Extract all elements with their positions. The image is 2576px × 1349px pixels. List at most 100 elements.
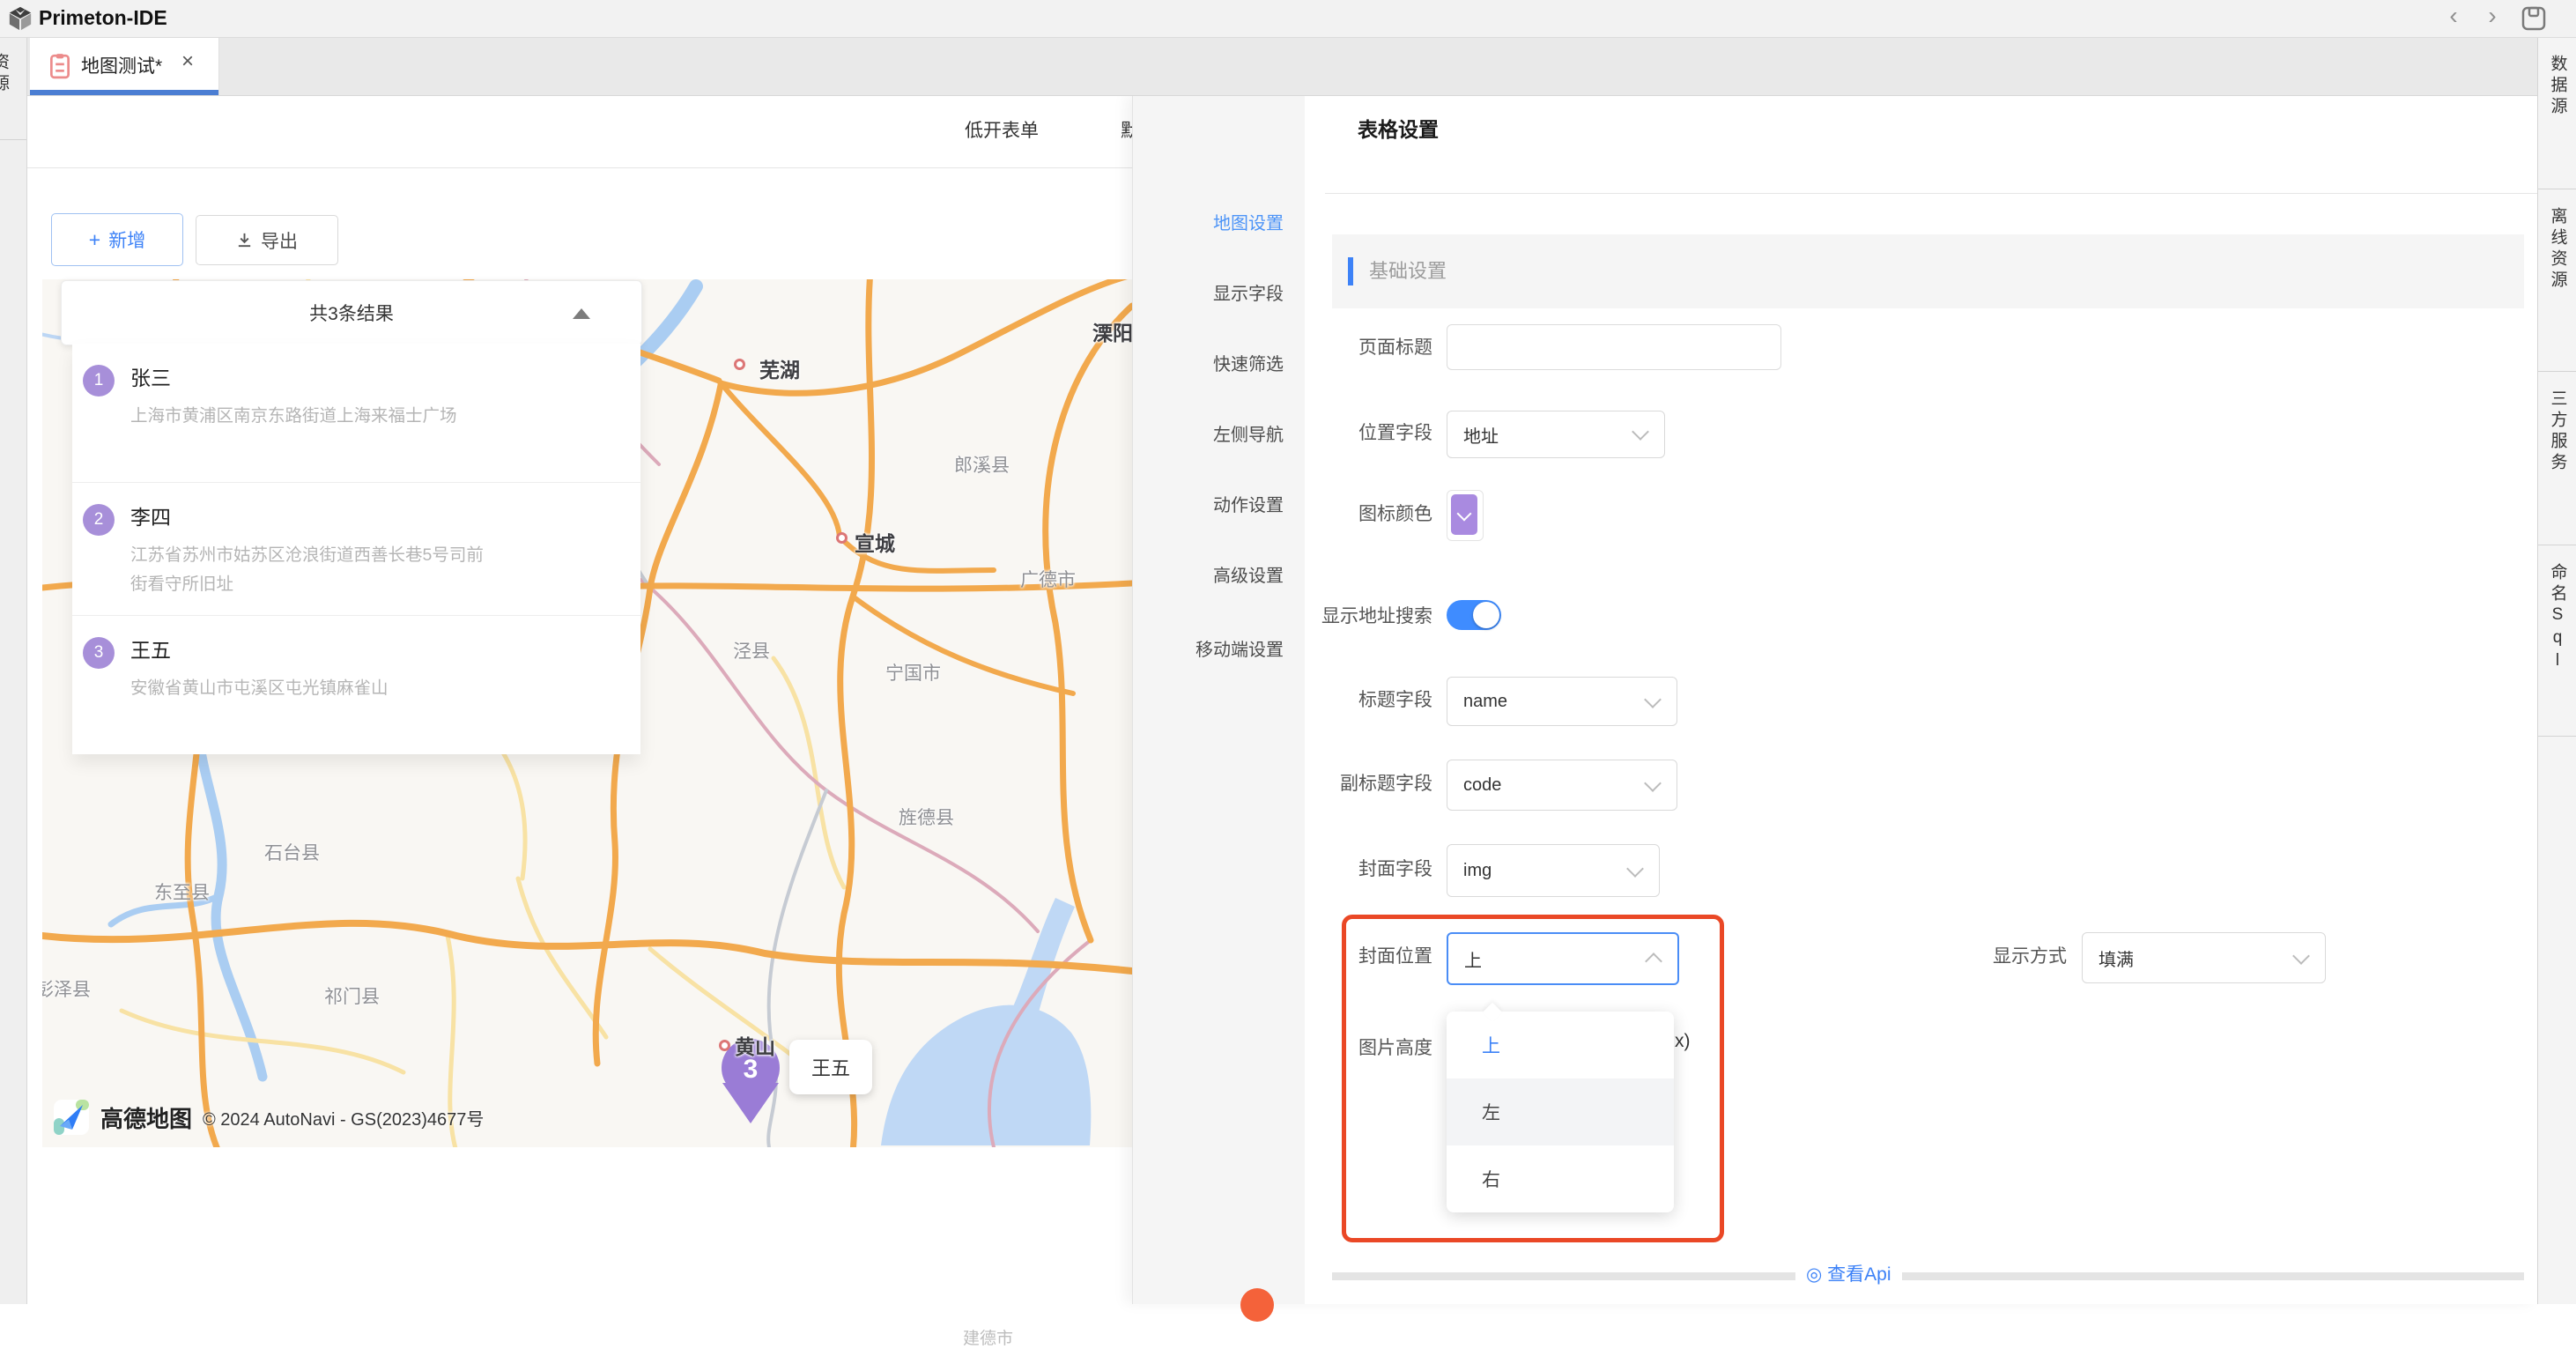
cover-position-dropdown: 上 左 右	[1447, 1012, 1674, 1212]
map-label: 溧阳	[1092, 316, 1132, 346]
item-number-badge: 1	[83, 365, 115, 397]
chevron-down-icon	[2292, 947, 2310, 965]
title-field-select[interactable]: name	[1447, 677, 1677, 726]
item-name: 王五	[130, 634, 171, 663]
map-label: 旌德县	[899, 804, 954, 830]
map-label: 彭泽县	[42, 975, 91, 1002]
field-label-icon-color: 图标颜色	[1230, 501, 1432, 528]
divider	[1325, 193, 2538, 194]
map-label: 芜湖	[759, 353, 800, 383]
left-rail-item-resources[interactable]: 资源	[0, 37, 26, 140]
field-label-image-height: 图片高度	[1230, 1035, 1432, 1062]
page-title-input[interactable]	[1447, 324, 1781, 370]
icon-color-picker[interactable]	[1447, 490, 1484, 541]
map-label: 黄山	[735, 1030, 775, 1060]
nav-back-icon[interactable]: ‹	[2439, 2, 2469, 30]
toolbar-form-type[interactable]: 低开表单	[965, 116, 1039, 143]
export-button[interactable]: 导出	[196, 215, 338, 265]
left-rail: 资源	[0, 37, 27, 1304]
view-api-link[interactable]: ◎ 查看Api	[1795, 1260, 1902, 1286]
cover-field-select[interactable]: img	[1447, 844, 1660, 897]
amap-copyright: © 2024 AutoNavi - GS(2023)4677号	[203, 1105, 484, 1130]
map-label: 广德市	[1020, 566, 1076, 592]
amap-brand: 高德地图	[100, 1101, 192, 1134]
item-number-badge: 3	[83, 637, 115, 669]
list-item[interactable]: 1 张三 上海市黄浦区南京东路街道上海来福士广场	[72, 344, 640, 482]
right-rail-item-datasource[interactable]: 数据源	[2538, 37, 2576, 189]
dropdown-option-right[interactable]: 右	[1447, 1145, 1674, 1212]
plus-icon: +	[89, 228, 100, 252]
display-mode-select[interactable]: 填满	[2082, 932, 2326, 983]
rail-label: 数据源	[2546, 55, 2570, 118]
tab-map-test[interactable]: 地图测试* ×	[30, 37, 219, 95]
marker-label-chip[interactable]: 王五	[789, 1040, 872, 1094]
select-value: 上	[1464, 946, 1482, 972]
panel-title: 表格设置	[1358, 113, 1439, 143]
nav-item-display-fields[interactable]: 显示字段	[1213, 281, 1284, 308]
select-value: name	[1463, 692, 1507, 712]
map-label: 宁国市	[885, 659, 941, 686]
item-address: 安徽省黄山市屯溪区屯光镇麻雀山	[130, 674, 500, 703]
document-icon	[49, 53, 70, 79]
map-label: 石台县	[264, 839, 320, 865]
field-label-address-search: 显示地址搜索	[1212, 604, 1432, 630]
select-value: img	[1463, 861, 1492, 881]
address-search-toggle[interactable]	[1447, 600, 1501, 630]
right-rail-item-offline[interactable]: 离线资源	[2538, 189, 2576, 372]
chevron-down-icon	[1632, 423, 1649, 441]
tab-title: 地图测试*	[81, 52, 162, 78]
floating-action-button[interactable]	[1240, 1288, 1274, 1322]
results-summary: 共3条结果	[309, 300, 394, 326]
city-dot	[836, 532, 848, 544]
chevron-down-icon	[1644, 775, 1662, 792]
chevron-down-icon	[1644, 691, 1662, 708]
nav-forward-icon[interactable]: ›	[2477, 2, 2507, 30]
location-select[interactable]: 地址	[1447, 411, 1665, 458]
app-logo-icon	[7, 5, 33, 32]
tab-active-indicator	[30, 90, 218, 95]
item-address: 上海市黄浦区南京东路街道上海来福士广场	[130, 402, 500, 431]
export-button-label: 导出	[261, 227, 298, 254]
select-value: 地址	[1463, 422, 1499, 448]
main-content: 低开表单 默	[26, 95, 2537, 1304]
nav-item-map-settings[interactable]: 地图设置	[1213, 211, 1284, 237]
field-label-page-title: 页面标题	[1230, 335, 1432, 361]
settings-drawer: 地图设置 显示字段 快速筛选 左侧导航 动作设置 高级设置 移动端设置 表格设置…	[1132, 95, 2538, 1304]
right-rail-item-namedsql[interactable]: 命名Sql	[2538, 545, 2576, 737]
view-api-label: 查看Api	[1827, 1264, 1891, 1285]
item-name: 李四	[130, 500, 171, 530]
rail-label: 命名Sql	[2546, 563, 2570, 674]
city-dot	[734, 359, 745, 370]
save-icon[interactable]	[2521, 6, 2546, 31]
toggle-knob	[1473, 602, 1499, 628]
record-list: 1 张三 上海市黄浦区南京东路街道上海来福士广场 2 李四 江苏省苏州市姑苏区沧…	[72, 344, 640, 754]
rail-label: 三方服务	[2546, 389, 2570, 474]
collapse-triangle-icon	[573, 308, 590, 319]
item-number-badge: 2	[83, 504, 115, 536]
item-name: 张三	[130, 361, 171, 391]
tab-close-icon[interactable]: ×	[181, 49, 194, 74]
dropdown-option-top[interactable]: 上	[1447, 1012, 1674, 1078]
list-item[interactable]: 3 王五 安徽省黄山市屯溪区屯光镇麻雀山	[72, 615, 640, 755]
map-label: 郎溪县	[954, 451, 1010, 478]
chevron-up-icon	[1645, 952, 1662, 970]
image-height-suffix-clipped: x)	[1675, 1031, 1691, 1052]
section-accent-bar	[1348, 257, 1353, 285]
select-value: code	[1463, 775, 1501, 796]
nav-item-mobile[interactable]: 移动端设置	[1195, 637, 1284, 663]
top-bar: Primeton-IDE ‹ ›	[0, 0, 2576, 38]
nav-item-advanced[interactable]: 高级设置	[1213, 563, 1284, 589]
eye-icon: ◎	[1806, 1264, 1822, 1285]
cover-position-select[interactable]: 上	[1447, 932, 1679, 985]
right-rail-item-thirdparty[interactable]: 三方服务	[2538, 372, 2576, 545]
dropdown-option-left[interactable]: 左	[1447, 1078, 1674, 1145]
right-rail: 数据源 离线资源 三方服务 命名Sql	[2537, 37, 2576, 1304]
footer-divider	[1332, 1272, 2524, 1280]
download-icon	[236, 232, 253, 248]
list-item[interactable]: 2 李四 江苏省苏州市姑苏区沧浪街道西善长巷5号司前街看守所旧址	[72, 482, 640, 616]
field-label-cover-position: 封面位置	[1230, 944, 1432, 970]
map-label: 泾县	[733, 637, 770, 663]
results-summary-bar[interactable]: 共3条结果	[61, 280, 642, 345]
subtitle-field-select[interactable]: code	[1447, 760, 1677, 811]
add-button[interactable]: + 新增	[51, 213, 183, 266]
